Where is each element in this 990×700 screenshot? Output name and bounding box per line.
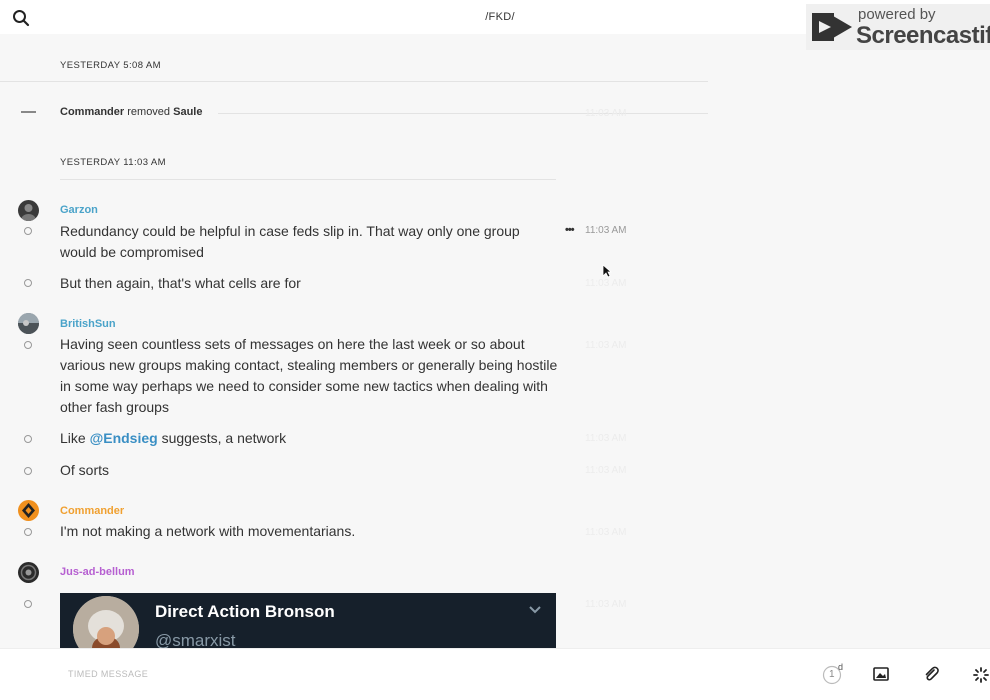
search-icon[interactable] <box>12 9 30 27</box>
system-event-actor[interactable]: Commander <box>60 106 124 118</box>
message-text: I'm not making a network with movementar… <box>60 523 356 539</box>
message-time: 11:03 AM <box>585 599 627 610</box>
message-text: Like @Endsieg suggests, a network <box>60 428 560 449</box>
timer-unit: d <box>838 662 844 672</box>
divider-line <box>218 113 708 114</box>
more-options-icon[interactable]: ••• <box>565 224 575 236</box>
message-feed[interactable]: YESTERDAY 5:08 AM Commander removed Saul… <box>0 34 990 648</box>
message-status-dot <box>24 435 32 443</box>
message-status-dot <box>24 227 32 235</box>
embed-avatar <box>73 596 139 648</box>
system-event-verb: removed <box>127 106 171 118</box>
message-status-dot <box>24 467 32 475</box>
system-event-target[interactable]: Saule <box>173 106 202 118</box>
message-time: 11:03 AM <box>585 433 627 444</box>
mouse-cursor-icon <box>602 264 612 278</box>
message-author[interactable]: BritishSun <box>60 318 116 330</box>
message-author[interactable]: Commander <box>60 505 124 517</box>
date-divider: YESTERDAY 5:08 AM <box>60 60 161 71</box>
composer-bar: TIMED MESSAGE 1 d <box>0 648 990 700</box>
message-author[interactable]: Jus-ad-bellum <box>60 566 135 578</box>
message-text: Having seen countless sets of messages o… <box>60 336 558 415</box>
message-status-dot <box>24 341 32 349</box>
message-input[interactable]: TIMED MESSAGE <box>68 669 148 679</box>
image-icon[interactable] <box>873 667 889 686</box>
channel-title: /FKD/ <box>485 11 515 23</box>
avatar-garzon[interactable] <box>18 200 39 221</box>
embed-title[interactable]: Direct Action Bronson <box>155 602 335 622</box>
loading-spinner-icon[interactable] <box>973 667 989 688</box>
date-divider: YESTERDAY 11:03 AM <box>60 157 166 168</box>
message-text: Of sorts <box>60 462 110 478</box>
message-time: 11:03 AM <box>585 108 627 119</box>
embed-handle[interactable]: @smarxist <box>155 631 236 648</box>
message-status-dot <box>24 528 32 536</box>
chevron-down-icon[interactable] <box>528 605 542 615</box>
tweet-embed[interactable]: Direct Action Bronson @smarxist <box>60 593 556 648</box>
message-text: Redundancy could be helpful in case feds… <box>60 223 520 260</box>
user-mention[interactable]: @Endsieg <box>90 430 158 446</box>
divider-line <box>60 179 556 180</box>
system-event-marker <box>21 111 36 113</box>
avatar-britishsun[interactable] <box>18 313 39 334</box>
timer-value: 1 <box>829 669 835 680</box>
watermark-powered-by: powered by <box>858 6 936 23</box>
message-text-suffix: suggests, a network <box>157 430 287 446</box>
paperclip-icon[interactable] <box>923 666 939 687</box>
message-time: 11:03 AM <box>585 225 627 236</box>
message-time: 11:03 AM <box>585 527 627 538</box>
message-time: 11:03 AM <box>585 465 627 476</box>
avatar-jus-ad-bellum[interactable] <box>18 562 39 583</box>
message-status-dot <box>24 279 32 287</box>
message-text: But then again, that's what cells are fo… <box>60 275 301 291</box>
message-time: 11:03 AM <box>585 340 627 351</box>
message-text-prefix: Like <box>60 430 90 446</box>
system-event: Commander removed Saule <box>60 106 202 118</box>
avatar-commander[interactable] <box>18 500 39 521</box>
divider-line <box>0 81 708 82</box>
message-author[interactable]: Garzon <box>60 204 98 216</box>
message-time: 11:03 AM <box>585 278 627 289</box>
timer-icon[interactable]: 1 d <box>822 662 844 690</box>
message-status-dot <box>24 600 32 608</box>
